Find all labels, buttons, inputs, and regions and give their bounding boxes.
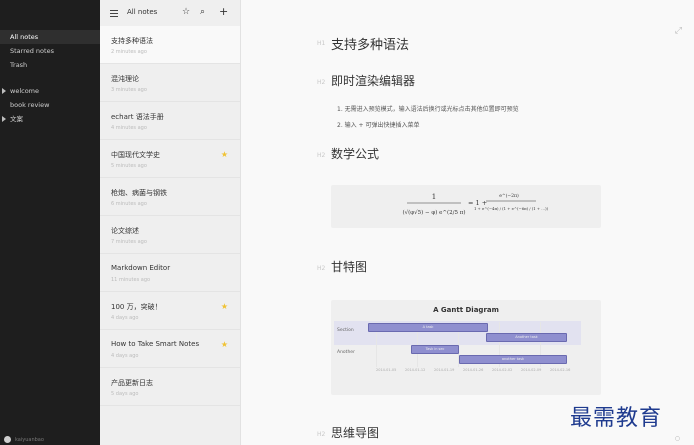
note-timestamp: 5 days ago xyxy=(111,391,139,397)
note-timestamp: 4 days ago xyxy=(111,315,139,321)
editor[interactable]: ⤢ H1 支持多种语法 H2 即时渲染编辑器 1. 无需进入预览模式，输入语法后… xyxy=(241,0,694,445)
gantt-tick-label: 2014-02-16 xyxy=(550,368,571,372)
heading-marker: H2 xyxy=(317,431,326,438)
search-icon[interactable]: ⌕ xyxy=(200,6,205,18)
heading-wysiwyg-editor: 即时渲染编辑器 xyxy=(331,74,416,88)
heading-mindmap: 思维导图 xyxy=(331,426,380,440)
note-title: echart 语法手册 xyxy=(111,113,164,121)
note-timestamp: 6 minutes ago xyxy=(111,201,147,207)
heading-marker: H2 xyxy=(317,79,326,86)
note-title: 中国现代文学史 xyxy=(111,151,160,159)
menu-icon[interactable] xyxy=(110,10,118,17)
gantt-task-bar: Another task xyxy=(486,333,567,342)
formula-left-numerator: 1 xyxy=(432,193,436,201)
add-note-icon[interactable]: + xyxy=(219,6,228,18)
heading-marker: H1 xyxy=(317,40,326,47)
note-timestamp: 7 minutes ago xyxy=(111,239,147,245)
note-title: 枪炮、病菌与钢铁 xyxy=(111,189,167,197)
formula-right-numerator: e^(−2π) xyxy=(499,192,519,199)
gantt-task-bar: A task xyxy=(368,323,488,332)
list-item[interactable]: 产品更新日志 5 days ago xyxy=(100,368,240,406)
expand-arrow-icon[interactable] xyxy=(2,116,6,122)
gantt-task-bar: another task xyxy=(459,355,567,364)
formula-left-denominator: (√(φ√5) − φ) e^(2/5 π) xyxy=(402,209,465,216)
sidebar-notebooks: welcome book review 文案 xyxy=(0,84,100,126)
gantt-task-bar: Task in sec xyxy=(411,345,459,354)
note-timestamp: 4 days ago xyxy=(111,353,139,359)
gantt-section-label: Another xyxy=(337,350,355,355)
notebook-book-review[interactable]: book review xyxy=(0,98,100,112)
fullscreen-icon[interactable]: ⤢ xyxy=(675,26,682,36)
math-formula: 1 (√(φ√5) − φ) e^(2/5 π) = 1 + e^(−2π) 1… xyxy=(402,192,549,216)
list-item[interactable]: echart 语法手册 4 minutes ago xyxy=(100,102,240,140)
formula-right-denominator: 1 + e^(−4π) / (1 + e^(−6π) / (1 + …)) xyxy=(474,206,549,211)
note-title: 100 万，突破！ xyxy=(111,303,162,311)
list-item[interactable]: 混沌理论 3 minutes ago xyxy=(100,64,240,102)
star-icon[interactable]: ★ xyxy=(221,340,228,349)
ordered-list: 1. 无需进入预览模式，输入语法后换行或光标点击其他位置即可预览 2. 输入 +… xyxy=(337,102,519,134)
star-icon[interactable]: ☆ xyxy=(182,6,190,18)
list-item[interactable]: 论文综述 7 minutes ago xyxy=(100,216,240,254)
watermark-logo: 最需教育 xyxy=(570,406,663,431)
gantt-tick-label: 2014-02-09 xyxy=(521,368,542,372)
sidebar-item-starred-notes[interactable]: Starred notes xyxy=(0,44,100,58)
expand-arrow-icon[interactable] xyxy=(2,88,6,94)
heading-marker: H2 xyxy=(317,265,326,272)
gantt-section-label: Section xyxy=(337,328,354,333)
list-item[interactable]: Markdown Editor 11 minutes ago xyxy=(100,254,240,292)
list-item[interactable]: 中国现代文学史 5 minutes ago ★ xyxy=(100,140,240,178)
heading-gantt: 甘特图 xyxy=(331,260,368,274)
sidebar-item-trash[interactable]: Trash xyxy=(0,58,100,72)
heading-math: 数学公式 xyxy=(331,147,380,161)
note-timestamp: 5 minutes ago xyxy=(111,163,147,169)
list-item[interactable]: 支持多种语法 2 minutes ago xyxy=(100,26,240,64)
math-formula-block[interactable]: 1 (√(φ√5) − φ) e^(2/5 π) = 1 + e^(−2π) 1… xyxy=(331,185,601,228)
note-timestamp: 11 minutes ago xyxy=(111,277,151,283)
gantt-title: A Gantt Diagram xyxy=(433,306,499,314)
notebook-wenan[interactable]: 文案 xyxy=(0,112,100,126)
note-timestamp: 2 minutes ago xyxy=(111,49,147,55)
sidebar: All notes Starred notes Trash welcome bo… xyxy=(0,0,100,445)
notebook-welcome[interactable]: welcome xyxy=(0,84,100,98)
note-title: 混沌理论 xyxy=(111,75,139,83)
gantt-tick-label: 2014-01-12 xyxy=(405,368,426,372)
sidebar-item-all-notes[interactable]: All notes xyxy=(0,30,100,44)
list-item: 2. 输入 + 可弹出快捷插入菜单 xyxy=(337,122,420,129)
star-icon[interactable]: ★ xyxy=(221,302,228,311)
note-list: 支持多种语法 2 minutes ago 混沌理论 3 minutes ago echa… xyxy=(100,26,240,406)
gantt-tick-label: 2014-01-26 xyxy=(463,368,484,372)
note-title: 论文综述 xyxy=(111,227,139,235)
sidebar-nav: All notes Starred notes Trash xyxy=(0,30,100,72)
note-title: Markdown Editor xyxy=(111,264,171,272)
note-list-panel: All notes ☆ ⌕ + 支持多种语法 2 minutes ago 混沌理论 3… xyxy=(100,0,241,445)
list-item[interactable]: 枪炮、病菌与钢铁 6 minutes ago xyxy=(100,178,240,216)
note-title: 支持多种语法 xyxy=(111,37,153,45)
note-title: How to Take Smart Notes xyxy=(111,340,200,348)
gantt-tick-label: 2014-02-02 xyxy=(492,368,513,372)
note-list-toolbar: All notes ☆ ⌕ + xyxy=(100,0,240,26)
avatar xyxy=(4,436,11,443)
status-icon: ○ xyxy=(674,435,680,442)
user-profile[interactable]: kaiyuanbao xyxy=(4,436,44,443)
list-item: 1. 无需进入预览模式，输入语法后换行或光标点击其他位置即可预览 xyxy=(337,106,519,113)
note-timestamp: 3 minutes ago xyxy=(111,87,147,93)
star-icon[interactable]: ★ xyxy=(221,150,228,159)
note-timestamp: 4 minutes ago xyxy=(111,125,147,131)
note-title: 支持多种语法 xyxy=(331,38,410,53)
list-item[interactable]: How to Take Smart Notes 4 days ago ★ xyxy=(100,330,240,368)
gantt-tick-label: 2014-01-19 xyxy=(434,368,455,372)
user-name: kaiyuanbao xyxy=(15,436,44,443)
note-list-title: All notes xyxy=(127,8,158,16)
gantt-tick-label: 2014-01-05 xyxy=(376,368,397,372)
list-item[interactable]: 100 万，突破！ 4 days ago ★ xyxy=(100,292,240,330)
heading-marker: H2 xyxy=(317,152,326,159)
note-title: 产品更新日志 xyxy=(111,379,153,387)
gantt-chart-block[interactable]: A Gantt Diagram Section Another A task A… xyxy=(331,300,601,395)
